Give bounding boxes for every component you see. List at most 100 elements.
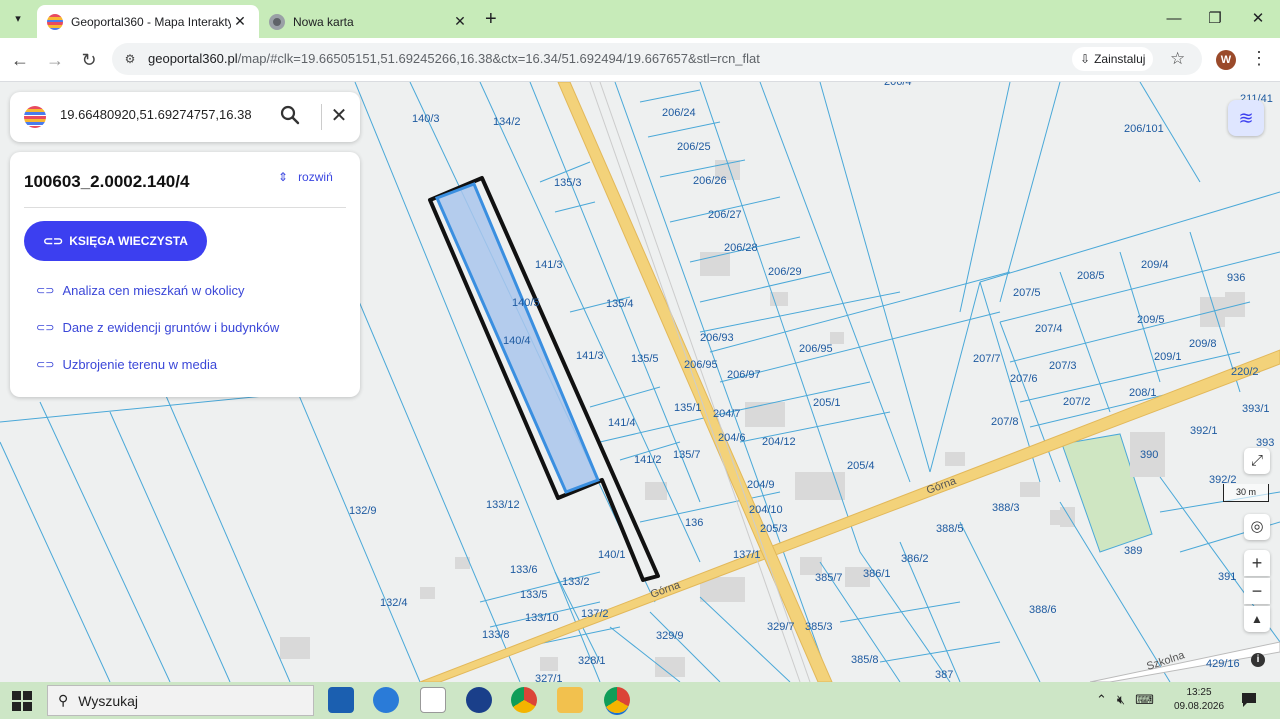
tab-new-tab[interactable]: Nowa karta ✕ bbox=[259, 5, 479, 38]
parcel-label: 133/6 bbox=[510, 564, 538, 576]
parcel-label: 140/1 bbox=[598, 549, 626, 561]
parcel-label: 132/9 bbox=[349, 505, 377, 517]
forward-icon[interactable]: → bbox=[43, 48, 67, 72]
link-icon: ⊂⊃ bbox=[43, 234, 64, 248]
parcel-label: 385/8 bbox=[851, 654, 879, 666]
expand-label: rozwiń bbox=[298, 170, 333, 184]
close-tab-icon[interactable]: ✕ bbox=[231, 13, 249, 30]
link-land-records[interactable]: ⊂⊃ Dane z ewidencji gruntów i budynków bbox=[36, 320, 279, 335]
parcel-label: 387 bbox=[935, 669, 953, 681]
parcel-label: 209/4 bbox=[1141, 259, 1169, 271]
parcel-label: 206/24 bbox=[662, 107, 696, 119]
parcel-label: 206/101 bbox=[1124, 123, 1164, 135]
panel-divider bbox=[24, 207, 346, 208]
browser-menu-icon[interactable]: ⋮ bbox=[1250, 48, 1268, 69]
teamviewer-app-icon[interactable] bbox=[466, 687, 492, 713]
parcel-label: 204/10 bbox=[749, 504, 783, 516]
parcel-label: 388/5 bbox=[936, 523, 964, 535]
link-utilities[interactable]: ⊂⊃ Uzbrojenie terenu w media bbox=[36, 357, 217, 372]
taskbar-clock[interactable]: 13:25 09.08.2026 bbox=[1170, 686, 1228, 714]
volume-muted-icon[interactable]: 🔇︎ bbox=[1117, 692, 1125, 708]
parcel-label: 207/8 bbox=[991, 416, 1019, 428]
parcel-label: 205/1 bbox=[813, 397, 841, 409]
locate-icon[interactable]: ◎ bbox=[1244, 514, 1270, 540]
selected-parcel[interactable] bbox=[428, 176, 660, 582]
link-price-analysis[interactable]: ⊂⊃ Analiza cen mieszkań w okolicy bbox=[36, 283, 245, 298]
minimize-icon[interactable]: — bbox=[1162, 8, 1186, 30]
parcel-label: 386/1 bbox=[863, 568, 891, 580]
parcel-label: 137/1 bbox=[733, 549, 761, 561]
parcel-label: 140/5 bbox=[512, 297, 540, 309]
compass-icon[interactable]: ▲ bbox=[1244, 606, 1270, 632]
profile-avatar[interactable]: W bbox=[1216, 50, 1236, 70]
layers-icon[interactable]: ≋ bbox=[1228, 100, 1264, 136]
parcel-label: 207/5 bbox=[1013, 287, 1041, 299]
parcel-label: 329/7 bbox=[767, 621, 795, 633]
search-icon[interactable] bbox=[278, 103, 302, 127]
parcel-label: 135/3 bbox=[554, 177, 582, 189]
zoom-in-button[interactable]: + bbox=[1244, 550, 1270, 576]
close-icon[interactable]: ✕ bbox=[324, 103, 354, 129]
taskbar-search[interactable]: ⚲ Wyszukaj bbox=[47, 685, 314, 716]
link-label: Dane z ewidencji gruntów i budynków bbox=[62, 320, 280, 335]
chrome-profile-app-icon[interactable] bbox=[604, 687, 630, 713]
store-app-icon[interactable] bbox=[328, 687, 354, 713]
parcel-label: 386/2 bbox=[901, 553, 929, 565]
parcel-label: 206/28 bbox=[724, 242, 758, 254]
zoom-out-button[interactable]: − bbox=[1244, 578, 1270, 604]
fullscreen-icon[interactable]: ⤢ bbox=[1244, 448, 1270, 474]
parcel-label: 206/97 bbox=[727, 369, 761, 381]
new-tab-button[interactable]: + bbox=[485, 8, 497, 30]
chevron-up-icon[interactable]: ⌃ bbox=[1096, 692, 1107, 708]
scale-bar: 30 m bbox=[1223, 484, 1269, 502]
info-icon[interactable]: i bbox=[1251, 653, 1265, 667]
restore-icon[interactable]: ❐ bbox=[1203, 8, 1227, 30]
system-tray: ⌃ 🔇︎ ⌨ bbox=[1096, 692, 1154, 708]
address-bar[interactable]: ⚙ geoportal360.pl/map/#clk=19.66505151,5… bbox=[112, 43, 1202, 75]
parcel-label: 209/5 bbox=[1137, 314, 1165, 326]
chrome-app-icon[interactable] bbox=[511, 687, 537, 713]
link-label: Uzbrojenie terenu w media bbox=[62, 357, 218, 372]
parcel-label: 385/7 bbox=[815, 572, 843, 584]
tab-geoportal[interactable]: Geoportal360 - Mapa Interakty ✕ bbox=[37, 5, 259, 38]
windows-start-icon[interactable] bbox=[12, 691, 32, 711]
tab-search-icon[interactable]: ▾ bbox=[8, 9, 28, 29]
parcel-label: 135/4 bbox=[606, 298, 634, 310]
file-explorer-icon[interactable] bbox=[557, 687, 583, 713]
bookmark-star-icon[interactable]: ☆ bbox=[1170, 49, 1185, 69]
windows-taskbar: ⚲ Wyszukaj ⌃ 🔇︎ ⌨ 13:25 09.08.2026 bbox=[0, 682, 1280, 719]
chrome-favicon-icon bbox=[269, 13, 285, 30]
parcel-label: 206/4 bbox=[884, 82, 912, 88]
back-icon[interactable]: ← bbox=[8, 48, 32, 72]
search-divider bbox=[321, 104, 322, 130]
tab-title: Nowa karta bbox=[293, 14, 354, 29]
outlook-app-icon[interactable] bbox=[373, 687, 399, 713]
url-text[interactable]: geoportal360.pl/map/#clk=19.66505151,51.… bbox=[148, 51, 760, 66]
reload-icon[interactable]: ↻ bbox=[77, 48, 101, 72]
parcel-label: 393/1 bbox=[1242, 403, 1270, 415]
coordinates-search-input[interactable] bbox=[60, 107, 270, 122]
parcel-label: 133/12 bbox=[486, 499, 520, 511]
parcel-label: 133/8 bbox=[482, 629, 510, 641]
close-window-icon[interactable]: ✕ bbox=[1246, 8, 1270, 30]
clock-time: 13:25 bbox=[1186, 687, 1212, 698]
keyboard-icon[interactable]: ⌨ bbox=[1135, 692, 1154, 708]
parcel-label: 141/3 bbox=[535, 259, 563, 271]
notification-icon[interactable] bbox=[1240, 691, 1258, 709]
parcel-label: 327/1 bbox=[535, 673, 563, 682]
parcel-label: 207/6 bbox=[1010, 373, 1038, 385]
notepad-app-icon[interactable] bbox=[420, 687, 446, 713]
link-label: Analiza cen mieszkań w okolicy bbox=[62, 283, 245, 298]
parcel-label: 385/3 bbox=[805, 621, 833, 633]
parcel-label: 392/1 bbox=[1190, 425, 1218, 437]
close-tab-icon[interactable]: ✕ bbox=[451, 13, 469, 30]
browser-toolbar: ← → ↻ ⚙ geoportal360.pl/map/#clk=19.6650… bbox=[0, 38, 1280, 82]
link-icon: ⊂⊃ bbox=[36, 359, 55, 371]
expand-button[interactable]: ⇕ rozwiń bbox=[278, 170, 333, 184]
url-host: geoportal360.pl bbox=[148, 51, 238, 66]
parcel-label: 205/4 bbox=[847, 460, 875, 472]
site-info-icon[interactable]: ⚙ bbox=[122, 51, 138, 67]
install-button[interactable]: ⇩ Zainstaluj bbox=[1072, 47, 1154, 71]
land-register-button[interactable]: ⊂⊃ KSIĘGA WIECZYSTA bbox=[24, 221, 207, 261]
parcel-label: 204/12 bbox=[762, 436, 796, 448]
